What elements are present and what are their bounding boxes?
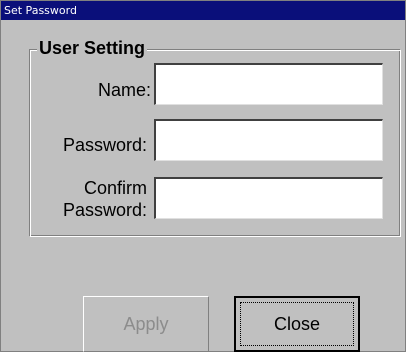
- apply-button-label: Apply: [123, 314, 169, 334]
- name-label: Name:: [97, 80, 151, 100]
- close-button-label: Close: [273, 314, 321, 334]
- set-password-dialog: Set Password User Setting Name: Password…: [0, 0, 406, 352]
- group-legend: User Setting: [37, 38, 148, 58]
- apply-button[interactable]: Apply: [83, 296, 209, 352]
- window-titlebar[interactable]: Set Password: [1, 1, 405, 20]
- close-button[interactable]: Close: [234, 296, 360, 352]
- password-label: Password:: [62, 135, 147, 155]
- confirm-password-field[interactable]: [154, 177, 383, 219]
- name-field[interactable]: [154, 63, 383, 105]
- confirm-label-line1: Confirm: [83, 178, 147, 198]
- window-title: Set Password: [4, 4, 77, 17]
- confirm-label-line2: Password:: [62, 200, 147, 220]
- password-field[interactable]: [154, 119, 383, 161]
